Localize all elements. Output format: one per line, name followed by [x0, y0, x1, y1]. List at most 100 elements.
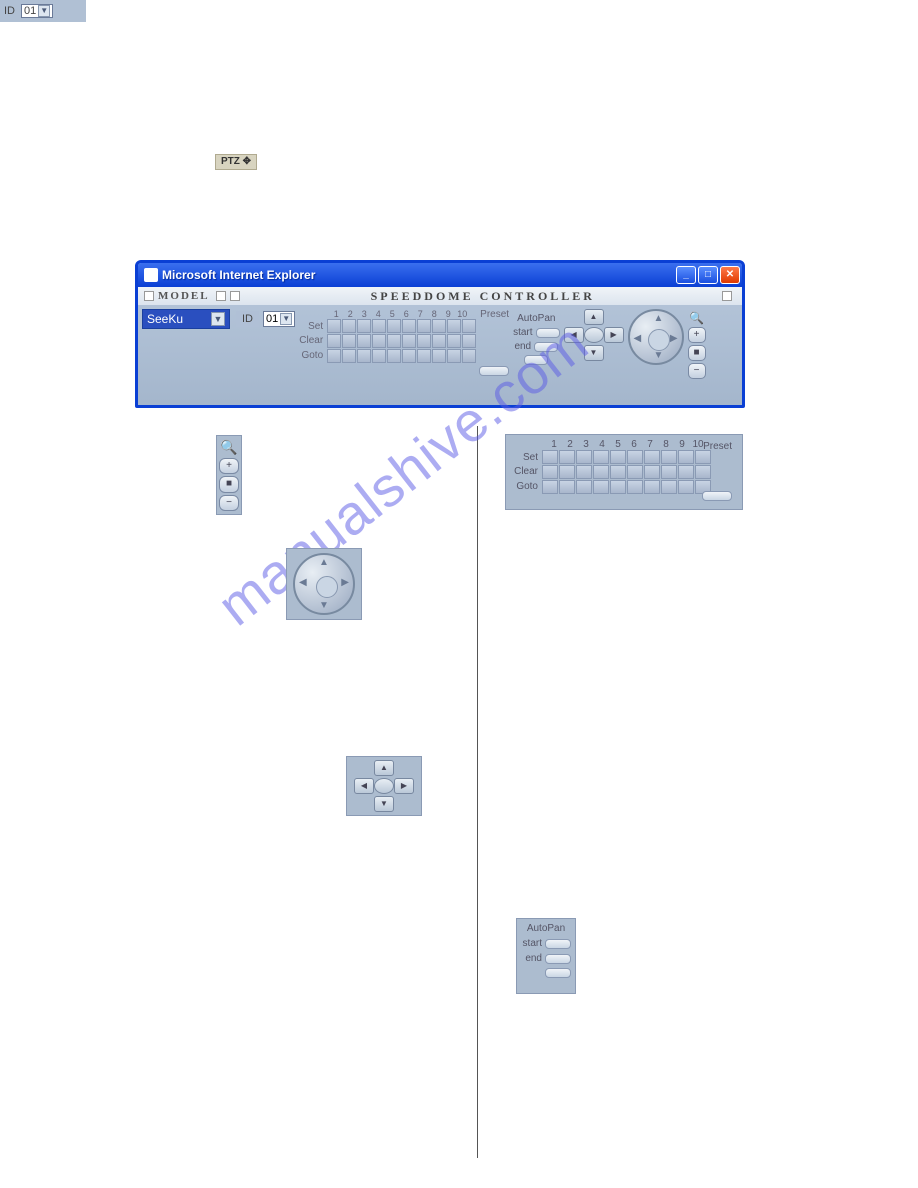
dpad-up-button[interactable]: ▲ — [584, 309, 604, 325]
preset-cell[interactable] — [627, 450, 643, 464]
preset-cell[interactable] — [447, 319, 461, 333]
preset-cell[interactable] — [387, 319, 401, 333]
zoom-out-button[interactable]: − — [219, 495, 239, 511]
preset-cell[interactable] — [342, 334, 356, 348]
joystick[interactable]: ▲ ▼ ◀ ▶ — [293, 553, 355, 615]
joystick-left-icon: ◀ — [299, 577, 307, 588]
preset-cell[interactable] — [402, 319, 416, 333]
preset-cell[interactable] — [576, 450, 592, 464]
preset-cell[interactable] — [593, 480, 609, 494]
zoom-in-button[interactable]: + — [688, 327, 706, 343]
preset-cell[interactable] — [559, 465, 575, 479]
preset-cell[interactable] — [593, 465, 609, 479]
zoom-out-button[interactable]: − — [688, 363, 706, 379]
preset-cell[interactable] — [462, 349, 476, 363]
minimize-button[interactable]: _ — [676, 266, 696, 284]
preset-cell[interactable] — [432, 349, 446, 363]
preset-cell[interactable] — [402, 334, 416, 348]
model-select[interactable]: SeeKu ▼ — [142, 309, 230, 329]
preset-cell[interactable] — [342, 349, 356, 363]
zoom-stop-button[interactable]: ■ — [688, 345, 706, 361]
preset-num: 4 — [594, 439, 610, 450]
preset-cell[interactable] — [387, 334, 401, 348]
preset-cell[interactable] — [559, 450, 575, 464]
preset-cell[interactable] — [357, 319, 371, 333]
preset-run-button[interactable] — [702, 491, 732, 501]
preset-cell[interactable] — [327, 319, 341, 333]
dpad-down-button[interactable]: ▼ — [584, 345, 604, 361]
joystick-down-icon: ▼ — [319, 600, 329, 611]
preset-cell[interactable] — [447, 349, 461, 363]
zoom-in-button[interactable]: + — [219, 458, 239, 474]
preset-cell[interactable] — [559, 480, 575, 494]
dpad-left-button[interactable]: ◀ — [564, 327, 584, 343]
preset-cell[interactable] — [678, 465, 694, 479]
preset-cell[interactable] — [661, 480, 677, 494]
id-label: ID — [4, 5, 15, 17]
joystick[interactable]: ▲ ▼ ◀ ▶ — [628, 309, 684, 365]
dpad-up-button[interactable]: ▲ — [374, 760, 394, 776]
preset-cell[interactable] — [327, 334, 341, 348]
dpad-center-button[interactable] — [584, 327, 604, 343]
autopan-end-button[interactable] — [545, 954, 571, 964]
autopan-start-button[interactable] — [536, 328, 560, 338]
preset-cell[interactable] — [593, 450, 609, 464]
preset-cell[interactable] — [627, 465, 643, 479]
preset-cell[interactable] — [644, 480, 660, 494]
preset-num: 7 — [413, 309, 427, 319]
preset-cell[interactable] — [627, 480, 643, 494]
autopan-run-button[interactable] — [524, 355, 548, 365]
preset-cell[interactable] — [644, 465, 660, 479]
zoom-stop-button[interactable]: ■ — [219, 476, 239, 492]
preset-cell[interactable] — [432, 319, 446, 333]
preset-cell[interactable] — [542, 450, 558, 464]
dpad-right-button[interactable]: ▶ — [604, 327, 624, 343]
preset-cell[interactable] — [610, 480, 626, 494]
preset-cell[interactable] — [462, 334, 476, 348]
preset-cell[interactable] — [417, 334, 431, 348]
preset-grid[interactable] — [542, 450, 711, 494]
dpad-left-button[interactable]: ◀ — [354, 778, 374, 794]
preset-cell[interactable] — [610, 465, 626, 479]
preset-cell[interactable] — [576, 480, 592, 494]
id-select[interactable]: 01 ▼ — [263, 311, 295, 327]
autopan-run-button[interactable] — [545, 968, 571, 978]
preset-grid[interactable] — [327, 319, 476, 363]
preset-cell[interactable] — [342, 319, 356, 333]
preset-cell[interactable] — [678, 450, 694, 464]
preset-num: 3 — [357, 309, 371, 319]
dpad-down-button[interactable]: ▼ — [374, 796, 394, 812]
preset-cell[interactable] — [372, 334, 386, 348]
close-button[interactable]: ✕ — [720, 266, 740, 284]
dpad-right-button[interactable]: ▶ — [394, 778, 414, 794]
preset-cell[interactable] — [327, 349, 341, 363]
preset-cell[interactable] — [576, 465, 592, 479]
preset-cell[interactable] — [417, 319, 431, 333]
autopan-end-button[interactable] — [534, 342, 558, 352]
preset-cell[interactable] — [357, 349, 371, 363]
preset-cell[interactable] — [661, 465, 677, 479]
preset-cell[interactable] — [610, 450, 626, 464]
preset-cell[interactable] — [695, 450, 711, 464]
preset-cell[interactable] — [462, 319, 476, 333]
preset-cell[interactable] — [678, 480, 694, 494]
preset-cell[interactable] — [542, 465, 558, 479]
preset-cell[interactable] — [372, 319, 386, 333]
preset-cell[interactable] — [432, 334, 446, 348]
preset-cell[interactable] — [695, 465, 711, 479]
preset-cell[interactable] — [417, 349, 431, 363]
preset-cell[interactable] — [387, 349, 401, 363]
dpad-center-button[interactable] — [374, 778, 394, 794]
preset-num: 2 — [343, 309, 357, 319]
preset-cell[interactable] — [447, 334, 461, 348]
preset-cell[interactable] — [402, 349, 416, 363]
maximize-button[interactable]: □ — [698, 266, 718, 284]
preset-cell[interactable] — [661, 450, 677, 464]
preset-cell[interactable] — [542, 480, 558, 494]
preset-cell[interactable] — [644, 450, 660, 464]
preset-run-button[interactable] — [479, 366, 509, 376]
id-select[interactable]: 01 ▼ — [21, 4, 53, 18]
preset-cell[interactable] — [372, 349, 386, 363]
autopan-start-button[interactable] — [545, 939, 571, 949]
preset-cell[interactable] — [357, 334, 371, 348]
